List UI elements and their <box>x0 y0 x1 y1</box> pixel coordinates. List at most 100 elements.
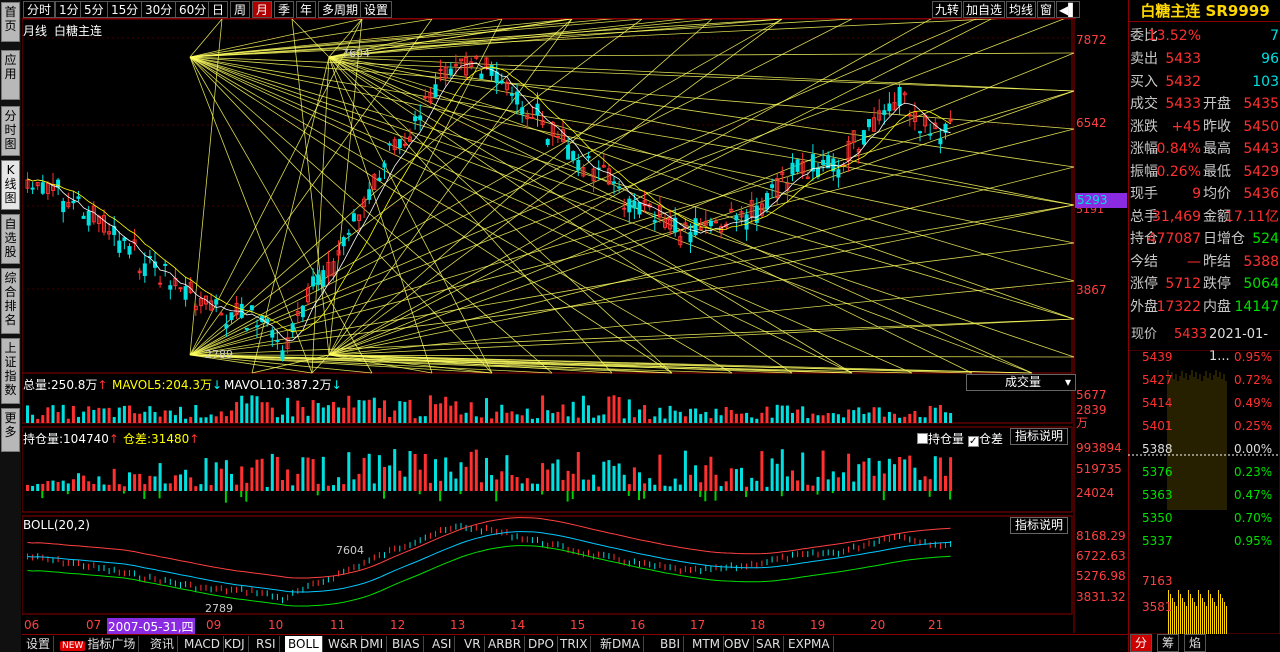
period-tab[interactable]: 5分 <box>80 1 108 18</box>
volume-bar <box>87 406 91 423</box>
indicator-tab-kdj[interactable]: KDJ <box>221 636 249 652</box>
ladder-price: 5350 <box>1142 511 1173 525</box>
indicator-tab-dpo[interactable]: DPO <box>525 636 558 652</box>
collapse-icon[interactable]: ◀▌ <box>1056 1 1081 18</box>
oi-diff-bar <box>418 491 421 495</box>
volume-bar <box>561 404 565 423</box>
oi-bar <box>281 480 284 491</box>
oi-bar <box>913 467 917 491</box>
quote-tab[interactable]: 分 <box>1130 634 1153 652</box>
quote-row: 总手 31,469 金额 17.11亿 <box>1130 208 1279 225</box>
volume-bar <box>82 411 86 423</box>
date-marker: 2007-05-31,四 <box>107 618 195 635</box>
candle-body <box>795 159 800 172</box>
oi-help-button[interactable]: 指标说明 <box>1010 428 1069 445</box>
candle-body <box>867 119 871 128</box>
period-tab[interactable]: 15分 <box>107 1 143 18</box>
oi-diff-bar <box>566 491 569 502</box>
tab-more[interactable]: 更多 <box>1 408 20 452</box>
oi-bar <box>122 486 126 491</box>
period-tab[interactable]: 多周期 <box>318 1 363 18</box>
volume-bar <box>724 406 728 423</box>
ladder-pct: 0.95% <box>1234 534 1273 548</box>
volume-bar <box>474 416 478 423</box>
settings-button[interactable]: 设置 <box>360 1 393 18</box>
indicator-tab-arbr[interactable]: ARBR <box>485 636 526 652</box>
oi-bar <box>265 486 269 491</box>
indicator-tab-sar[interactable]: SAR <box>753 636 785 652</box>
period-tab[interactable]: 季 <box>274 1 295 18</box>
mini-volume-bar <box>1182 598 1183 634</box>
tab-shanghai-index[interactable]: 上证指数 <box>1 338 20 404</box>
volume-bar <box>760 412 764 423</box>
candle-body <box>418 115 423 121</box>
volume-bar <box>342 407 346 423</box>
period-tab[interactable]: 60分 <box>175 1 211 18</box>
indicator-tab-bbi[interactable]: BBI <box>657 636 685 652</box>
period-tab[interactable]: 30分 <box>141 1 177 18</box>
volume-bar <box>490 418 494 423</box>
quote-tab[interactable]: 筹 <box>1157 634 1180 652</box>
period-tab[interactable]: 年 <box>296 1 317 18</box>
kline-chart[interactable] <box>22 19 1076 633</box>
oi-bar <box>439 480 443 491</box>
oi-bar <box>612 465 616 491</box>
volume-bar <box>530 418 534 423</box>
oi-diff-bar <box>383 491 385 499</box>
oi-bar <box>214 462 218 491</box>
oi-bar <box>107 484 111 491</box>
volume-bar <box>765 406 769 423</box>
indicator-tab-asi[interactable]: ASI <box>429 636 456 652</box>
period-tab[interactable]: 日 <box>208 1 229 18</box>
tab-timeshare[interactable]: 分时图 <box>1 106 20 156</box>
indicator-tab-vr[interactable]: VR <box>461 636 485 652</box>
candle-body <box>229 312 234 321</box>
indicator-tab-expma[interactable]: EXPMA <box>785 636 834 652</box>
candle-body <box>224 324 229 329</box>
period-tab[interactable]: 1分 <box>55 1 83 18</box>
indicator-tab-dma[interactable]: 新DMA <box>597 636 644 652</box>
oi-diff-bar <box>245 491 248 502</box>
candle-body <box>321 270 326 287</box>
oi-bar <box>444 457 448 491</box>
period-tab[interactable]: 周 <box>230 1 251 18</box>
tab-kline[interactable]: K线图 <box>1 160 20 210</box>
indicator-tab-mtm[interactable]: MTM <box>689 636 725 652</box>
quote-tab[interactable]: 焰 <box>1184 634 1207 652</box>
indicator-tab-bias[interactable]: BIAS <box>389 636 424 652</box>
nine-turn-button[interactable]: 九转 <box>932 1 963 18</box>
indicator-tab-trix[interactable]: TRIX <box>557 636 592 652</box>
tab-apps[interactable]: 应用 <box>1 50 20 100</box>
oi-bar <box>326 485 330 491</box>
indicator-tab-obv[interactable]: OBV <box>721 636 754 652</box>
window-button[interactable]: 窗 <box>1037 1 1056 18</box>
oi-bar <box>627 484 631 491</box>
add-watchlist-button[interactable]: 加自选 <box>963 1 1006 18</box>
indicator-tab-[interactable]: 资讯 <box>147 636 179 652</box>
boll-help-button[interactable]: 指标说明 <box>1010 517 1069 534</box>
oi-bar <box>260 458 264 491</box>
oi-bar <box>546 469 550 491</box>
x-axis-label: 17 <box>690 618 706 632</box>
ma-button[interactable]: 均线 <box>1006 1 1037 18</box>
tab-ranking[interactable]: 综合排名 <box>1 268 20 334</box>
period-tab-active[interactable]: 月 <box>252 1 273 18</box>
oi-bar <box>745 486 749 491</box>
tab-home[interactable]: 首页 <box>1 2 20 42</box>
oi-bar <box>872 475 876 491</box>
indicator-tab-boll[interactable]: BOLL <box>285 636 323 652</box>
oi-checkbox[interactable]: 持仓量 <box>917 430 964 447</box>
indicator-tab-[interactable]: NEW 指标广场 <box>57 636 140 652</box>
oi-bar <box>775 463 779 491</box>
indicator-tab-rsi[interactable]: RSI <box>253 636 280 652</box>
indicator-tab-bar: 设置 NEW 指标广场 资讯 MACD KDJ RSI BOLL W&R DMI BIAS ASI VR… <box>22 634 1128 652</box>
oi-diff-checkbox[interactable]: ✓ 仓差 <box>968 430 1003 447</box>
indicator-select[interactable]: 成交量 ▾ <box>966 374 1076 391</box>
indicator-tab-[interactable]: 设置 <box>23 636 55 652</box>
indicator-tab-dmi[interactable]: DMI <box>357 636 388 652</box>
volume-bar <box>133 413 137 423</box>
oi-bar <box>128 472 131 491</box>
indicator-tab-macd[interactable]: MACD <box>181 636 224 652</box>
tab-watchlist[interactable]: 自选股 <box>1 214 20 264</box>
period-tab[interactable]: 分时 <box>23 1 56 18</box>
